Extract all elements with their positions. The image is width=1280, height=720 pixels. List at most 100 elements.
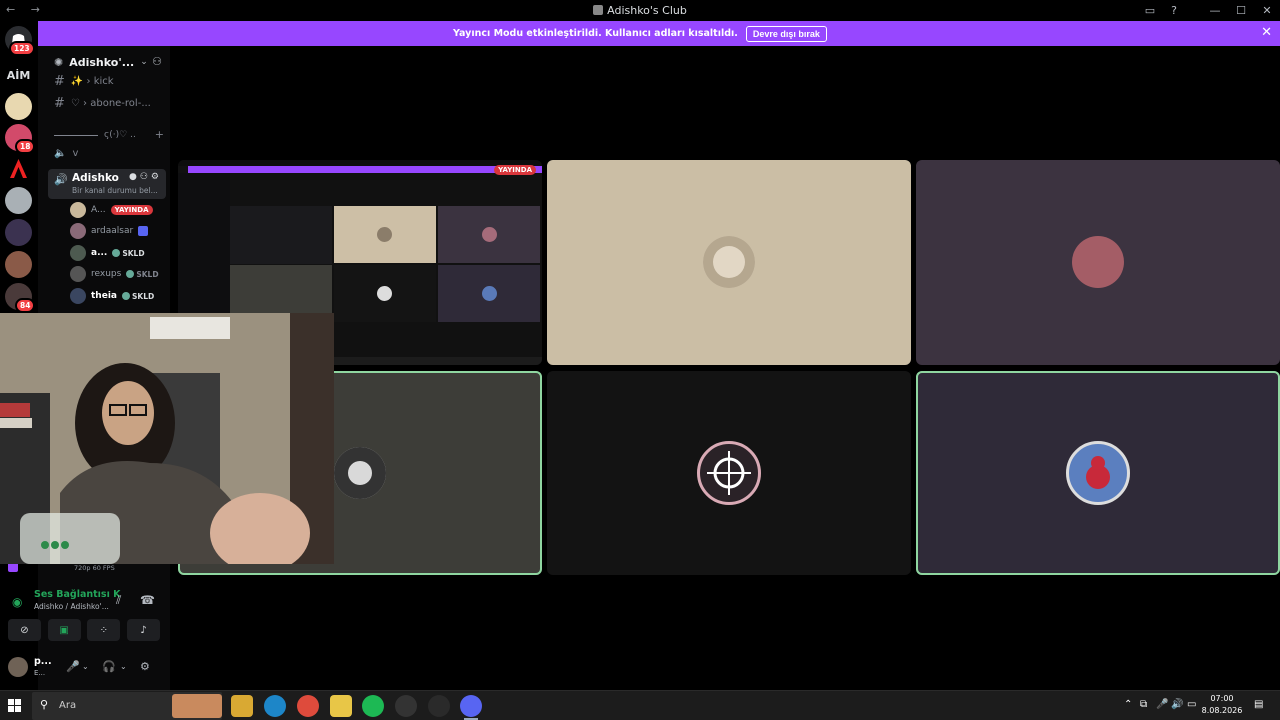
avatar — [482, 227, 497, 242]
voice-user-name: ardaalsar — [91, 226, 134, 236]
video-tile[interactable] — [916, 371, 1280, 575]
video-tile[interactable] — [547, 371, 911, 575]
video-tile[interactable] — [547, 160, 911, 365]
close-icon[interactable]: ✕ — [1261, 25, 1272, 40]
taskbar-clock[interactable]: 07:00 8.08.2026 — [1198, 693, 1246, 717]
live-badge: YAYINDA — [110, 205, 153, 215]
window-title: Adishko's Club — [607, 4, 687, 17]
soundboard-button[interactable]: ♪ — [126, 619, 160, 641]
add-channel-icon[interactable]: + — [155, 128, 164, 141]
clan-tag-label: SKLD — [122, 248, 145, 258]
wifi-icon[interactable]: ⧉ — [1140, 699, 1147, 710]
voice-channel-adishko[interactable]: 🔊 Adishko ●⚇⚙ Bir kanal durumu bel... — [48, 169, 166, 199]
chevron-down-icon[interactable]: ⌄ — [120, 662, 127, 671]
avatar — [482, 286, 497, 301]
volume-icon[interactable]: 🔊 — [1171, 699, 1183, 710]
webcam-feed — [0, 313, 334, 564]
voice-connection-subtitle[interactable]: Adishko / Adishko'... — [34, 602, 109, 611]
server-icon-food[interactable] — [5, 251, 32, 278]
obs-icon[interactable] — [395, 695, 417, 717]
voice-channel-name: Adishko — [72, 172, 119, 184]
app-icon[interactable] — [428, 695, 450, 717]
settings-icon[interactable]: ⚙ — [140, 660, 150, 673]
server-icon-pink[interactable]: 18 — [5, 124, 36, 154]
voice-user[interactable]: theia SKLD — [70, 286, 154, 306]
stream-quality: 720p 60 FPS — [74, 564, 115, 572]
banner-message: Yayıncı Modu etkinleştirildi. Kullanıcı … — [453, 28, 738, 39]
mention-badge: 84 — [15, 298, 36, 313]
avatar — [70, 223, 86, 239]
activities-button[interactable]: ⁘ — [87, 619, 121, 641]
taskbar-search[interactable]: ⚲ Ara — [32, 692, 222, 720]
channel-label: v — [72, 148, 79, 159]
voice-user[interactable]: ardaalsar — [70, 221, 149, 241]
user-status: E... — [34, 669, 46, 677]
voice-channel-actions[interactable]: ●⚇⚙ — [129, 172, 162, 182]
video-tile[interactable] — [916, 160, 1280, 365]
help-icon[interactable]: ? — [1162, 0, 1186, 21]
windows-start-button[interactable] — [8, 699, 22, 713]
clan-tag: SKLD — [126, 269, 159, 279]
clan-icon — [126, 269, 135, 278]
server-aim[interactable]: AİM — [5, 62, 32, 89]
server-icon-grey[interactable] — [5, 187, 32, 214]
avatar-symbol — [707, 451, 751, 495]
category-header[interactable]: ς(·)♡ .. + — [54, 128, 164, 142]
invite-icon[interactable]: ⚇ — [152, 55, 162, 68]
chevron-down-icon: ⌄ — [140, 57, 148, 67]
avatar[interactable] — [8, 657, 28, 677]
disconnect-icon[interactable]: ☎ — [140, 593, 155, 607]
voice-connection-title[interactable]: Ses Bağlantısı K — [34, 589, 121, 600]
voice-actions: ⊘ ▣ ⁘ ♪ — [8, 619, 160, 643]
maximize-button[interactable]: ☐ — [1228, 0, 1254, 21]
camera-off-button[interactable]: ⊘ — [8, 619, 41, 641]
headphones-icon[interactable]: 🎧 — [102, 660, 116, 673]
category-label: ς(·)♡ .. — [104, 130, 136, 140]
voice-user[interactable]: a... SKLD — [70, 243, 145, 263]
file-explorer-icon[interactable] — [231, 695, 253, 717]
notepad-icon[interactable] — [330, 695, 352, 717]
text-channel-abone[interactable]: # ♡ › abone-rol-... — [54, 96, 151, 111]
discord-icon[interactable] — [460, 695, 482, 717]
avatar — [334, 447, 386, 499]
signal-icon[interactable]: ◉ — [12, 595, 22, 609]
server-icon-dark[interactable]: 84 — [5, 283, 36, 313]
microphone-icon[interactable]: 🎤 — [1156, 699, 1168, 710]
user-panel: p... E... 🎤 ⌄ 🎧 ⌄ ⚙ — [0, 652, 170, 686]
microphone-icon[interactable]: 🎤 — [66, 660, 80, 673]
avatar — [70, 245, 86, 261]
server-badge-icon: ✺ — [54, 55, 64, 69]
screen-share-button[interactable]: ▣ — [47, 619, 81, 641]
voice-channel-v[interactable]: 🔈 v — [54, 148, 78, 159]
minimize-button[interactable]: — — [1202, 0, 1228, 21]
voice-user[interactable]: A... YAYINDA — [70, 200, 153, 220]
chrome-icon[interactable] — [297, 695, 319, 717]
noise-suppression-icon[interactable]: ⫽ — [116, 593, 121, 608]
chevron-down-icon[interactable]: ⌄ — [82, 662, 89, 671]
disable-streamer-mode-button[interactable]: Devre dışı bırak — [745, 25, 827, 42]
close-window-button[interactable]: ✕ — [1254, 0, 1280, 21]
server-icon-purple[interactable] — [5, 219, 32, 246]
red-a-icon — [10, 159, 27, 178]
notification-icon[interactable]: ▤ — [1254, 699, 1263, 710]
spider-avatar-icon — [1086, 456, 1110, 489]
search-icon: ⚲ — [40, 698, 49, 711]
edge-icon[interactable] — [264, 695, 286, 717]
window-title-wrap: Adishko's Club — [0, 4, 1280, 17]
server-icon-red-a[interactable] — [5, 155, 32, 182]
spotify-icon[interactable] — [362, 695, 384, 717]
network-icon[interactable]: ▭ — [1187, 699, 1196, 710]
chevron-up-icon[interactable]: ⌃ — [1124, 699, 1132, 710]
text-channel-kick[interactable]: # ✨ › kick — [54, 74, 114, 89]
server-icon-anime[interactable] — [5, 93, 32, 120]
server-name: Adishko'... — [69, 55, 135, 69]
voice-user-name: theia — [91, 291, 117, 301]
home-button[interactable]: 123 — [5, 26, 35, 56]
user-name[interactable]: p... — [34, 656, 52, 667]
shared-screen-nested — [230, 206, 332, 264]
live-badge: YAYINDA — [494, 165, 536, 175]
voice-user[interactable]: rexups SKLD — [70, 264, 159, 284]
clock-date: 8.08.2026 — [1201, 706, 1243, 715]
inbox-icon[interactable]: ▭ — [1138, 0, 1162, 21]
voice-channel-status[interactable]: Bir kanal durumu bel... — [72, 186, 158, 195]
